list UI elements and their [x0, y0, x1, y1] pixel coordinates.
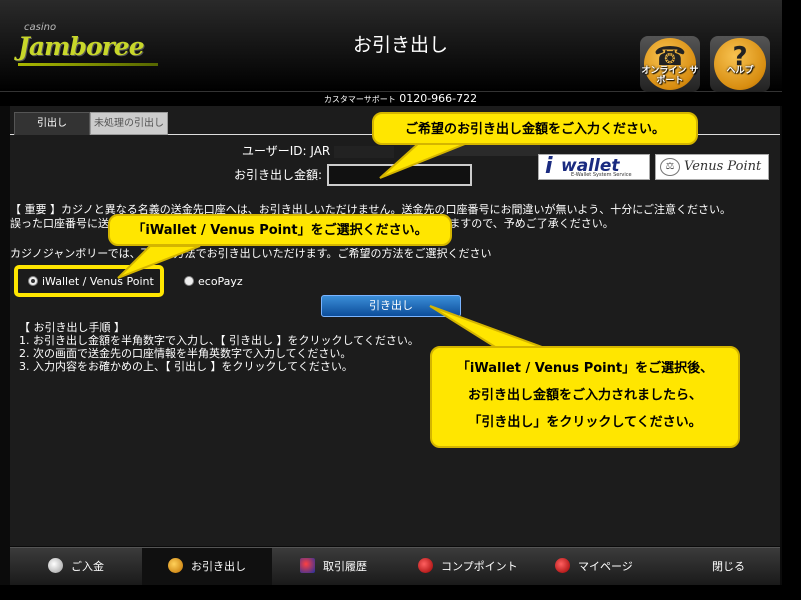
callout-steps-line-3: 「引き出し」をクリックしてください。	[468, 415, 702, 430]
nav-history[interactable]: 取引履歴	[300, 548, 367, 586]
comp-points-icon	[418, 558, 433, 573]
callout-steps: 「iWallet / Venus Point」をご選択後、 お引き出し金額をご入…	[430, 346, 740, 448]
main-content: 引出し 未処理の引出し ユーザーID: JAR お引き出し金額: i walle…	[10, 106, 780, 546]
withdraw-icon	[168, 558, 183, 573]
history-icon	[300, 558, 315, 573]
app-window: casino Jamboree お引き出し ☎ オンライン サポート ? ヘルプ…	[0, 0, 801, 600]
venus-logo-text: Venus Point	[684, 159, 762, 174]
callout-select-method: 「iWallet / Venus Point」をご選択ください。	[108, 214, 452, 246]
method-iwallet-radio[interactable]: iWallet / Venus Point	[28, 275, 154, 288]
nav-mypage-label: マイページ	[578, 560, 633, 573]
method-iwallet-label: iWallet / Venus Point	[42, 275, 154, 288]
step-1: 1. お引き出し金額を半角数字で入力し、【 引き出し 】をクリックしてください。	[19, 334, 419, 347]
scales-icon: ⚖	[660, 158, 680, 176]
iwallet-logo: i wallet E-Wallet System Service	[538, 154, 650, 180]
nav-deposit[interactable]: ご入金	[48, 548, 104, 586]
support-label: カスタマーサポート	[323, 95, 396, 104]
user-id-label: ユーザーID: JAR	[242, 144, 331, 158]
nav-comp-label: コンプポイント	[441, 560, 518, 573]
online-support-label: オンライン サポート	[641, 66, 699, 86]
callout-steps-line-2: お引き出し金額をご入力されましたら、	[467, 388, 702, 403]
tab-withdraw[interactable]: 引出し	[14, 112, 90, 135]
venus-point-logo: ⚖ Venus Point	[655, 154, 769, 180]
logo-underline	[18, 63, 158, 66]
mypage-icon	[555, 558, 570, 573]
online-support-button[interactable]: ☎ オンライン サポート	[640, 36, 700, 92]
nav-withdraw-label: お引き出し	[191, 560, 246, 573]
method-ecopayz-label: ecoPayz	[198, 275, 243, 288]
support-phone: 0120-966-722	[399, 92, 478, 105]
nav-history-label: 取引履歴	[323, 560, 367, 573]
callout-steps-line-1: 「iWallet / Venus Point」をご選択後、	[456, 361, 714, 376]
user-id-row: ユーザーID: JAR	[242, 142, 395, 159]
nav-mypage[interactable]: マイページ	[555, 548, 633, 586]
step-2: 2. 次の画面で送金先の口座情報を半角英数字で入力してください。	[19, 347, 352, 360]
method-ecopayz-radio[interactable]: ecoPayz	[184, 275, 243, 288]
nav-close[interactable]: 閉じる	[712, 548, 745, 586]
help-button[interactable]: ? ヘルプ	[710, 36, 770, 92]
support-bar: カスタマーサポート 0120-966-722	[0, 92, 801, 106]
right-border	[782, 0, 801, 600]
tab-pending-withdrawals[interactable]: 未処理の引出し	[90, 112, 168, 135]
amount-input[interactable]	[327, 164, 472, 186]
bottom-border	[0, 585, 801, 600]
nav-deposit-label: ご入金	[71, 560, 104, 573]
amount-label: お引き出し金額:	[234, 168, 323, 182]
step-3: 3. 入力内容をお確かめの上、【 引出し 】をクリックしてください。	[19, 360, 353, 373]
radio-unselected-icon	[184, 276, 194, 286]
masked-user-id	[334, 145, 395, 158]
bottom-nav: ご入金 お引き出し 取引履歴 コンプポイント マイページ 閉じる	[10, 547, 780, 586]
notice-line-3: カジノジャンボリーでは、下記の方法でお引き出しいただけます。ご希望の方法をご選択…	[10, 247, 492, 260]
radio-selected-icon	[28, 276, 38, 286]
callout-amount: ご希望のお引き出し金額をご入力ください。	[372, 112, 698, 145]
iwallet-logo-subtext: E-Wallet System Service	[571, 172, 632, 178]
steps-heading: 【 お引き出し手順 】	[19, 321, 125, 334]
withdrawal-steps: 【 お引き出し手順 】 1. お引き出し金額を半角数字で入力し、【 引き出し 】…	[19, 321, 419, 373]
withdraw-button[interactable]: 引き出し	[321, 295, 461, 317]
help-label: ヘルプ	[726, 66, 754, 76]
header: casino Jamboree お引き出し ☎ オンライン サポート ? ヘルプ	[0, 0, 801, 92]
deposit-icon	[48, 558, 63, 573]
masked-info	[410, 144, 540, 156]
nav-withdraw[interactable]: お引き出し	[142, 548, 272, 586]
nav-comp-points[interactable]: コンプポイント	[418, 548, 518, 586]
